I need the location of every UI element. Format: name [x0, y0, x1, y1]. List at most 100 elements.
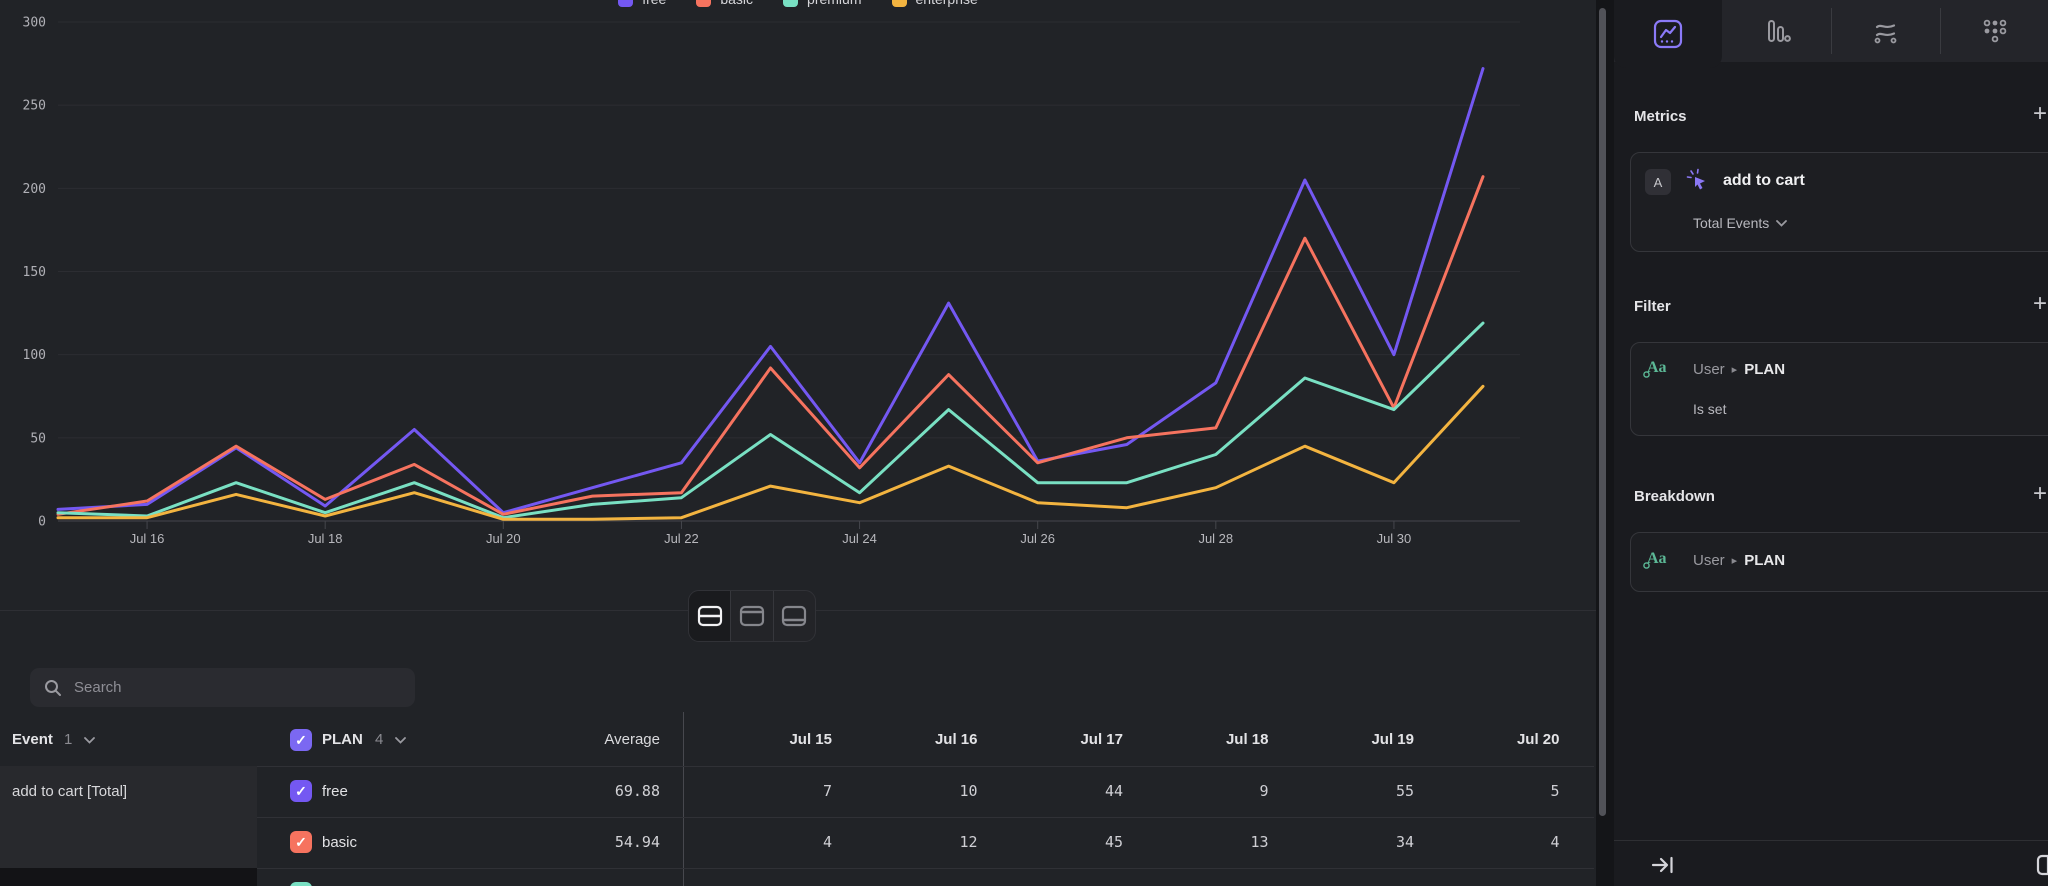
table-focus-icon [781, 605, 807, 627]
y-axis-tick-label: 300 [23, 16, 46, 31]
row-checkbox-free[interactable]: ✓ [290, 780, 312, 802]
row-plan-label: premium [322, 868, 380, 886]
analytics-dashboard: freebasicpremiumenterprise 0501001502002… [0, 0, 2048, 886]
y-axis-tick-label: 200 [23, 182, 46, 197]
row-cell-value: 55 [1274, 766, 1414, 817]
tab-more-chart-types[interactable] [1940, 0, 2048, 62]
metric-measure-dropdown[interactable]: Total Events [1693, 215, 1787, 231]
bar-chart-icon [1760, 14, 1794, 48]
row-cell-value: 3 [838, 868, 978, 886]
filter-card[interactable]: Aa User ▸ PLAN Is set [1630, 342, 2048, 436]
row-cell-value: 44 [983, 766, 1123, 817]
date-column-header: Jul 17 [983, 714, 1123, 765]
x-axis-tick-label: Jul 18 [308, 531, 343, 546]
dots-grid-icon [1977, 14, 2011, 48]
date-column-header: Jul 18 [1129, 714, 1269, 765]
add-filter-button[interactable]: + [2028, 290, 2048, 318]
layout-split-half-button[interactable] [689, 591, 731, 641]
event-cell[interactable]: add to cart [Total] [0, 766, 257, 868]
event-cell-label: add to cart [Total] [12, 766, 127, 817]
divider [1614, 840, 2048, 841]
search-input[interactable]: Search [30, 668, 415, 707]
row-cell-value: 4 [1420, 817, 1560, 868]
x-axis-tick-label: Jul 22 [664, 531, 699, 546]
event-column-header[interactable]: Event 1 [12, 714, 95, 765]
chevron-down-icon [395, 737, 406, 744]
stacked-waves-icon [1868, 14, 1902, 48]
x-axis-tick-label: Jul 16 [130, 531, 165, 546]
row-cell-value: 10 [838, 766, 978, 817]
date-column-header: Jul 15 [692, 714, 832, 765]
row-average-value: 69.88 [520, 766, 660, 817]
filter-section-title: Filter [1634, 298, 1671, 315]
date-column-header: Jul 20 [1420, 714, 1560, 765]
date-column-header: Jul 19 [1274, 714, 1414, 765]
row-plan-label: free [322, 766, 348, 817]
y-axis-tick-label: 100 [23, 348, 46, 363]
row-cell-value: 7 [692, 766, 832, 817]
row-plan-label: basic [322, 817, 357, 868]
chart-type-tabbar [1614, 0, 2048, 62]
chevron-down-icon [1776, 220, 1787, 227]
vertical-scrollbar[interactable] [1599, 8, 1606, 816]
breakdown-section-title: Breakdown [1634, 488, 1715, 505]
row-cell-value: 12 [838, 817, 978, 868]
metric-letter-badge: A [1645, 169, 1671, 195]
row-average-value: 54.94 [520, 817, 660, 868]
row-cell-value: 4 [692, 817, 832, 868]
config-sidebar: Metrics + A add to cart Total Events Fil [1614, 0, 2048, 886]
metric-event-name: add to cart [1723, 172, 1805, 190]
breakdown-property[interactable]: User ▸ PLAN [1693, 552, 1785, 569]
add-breakdown-button[interactable]: + [2028, 480, 2048, 508]
date-column-header: Jul 16 [838, 714, 978, 765]
tab-line-chart[interactable] [1614, 0, 1722, 68]
text-property-icon: Aa [1647, 359, 1667, 377]
row-cell-value: 5 [692, 868, 832, 886]
plan-header-checkbox[interactable]: ✓ [290, 729, 312, 751]
layout-table-focus-button[interactable] [774, 591, 815, 641]
text-property-icon: Aa [1647, 550, 1667, 568]
split-half-icon [697, 605, 723, 627]
line-chart-icon [1651, 17, 1685, 51]
y-axis-tick-label: 250 [23, 99, 46, 114]
row-average-value: 33.00 [520, 868, 660, 886]
event-cell-under [0, 868, 257, 886]
row-checkbox-premium[interactable]: ✓ [290, 882, 312, 886]
metric-card[interactable]: A add to cart Total Events [1630, 152, 2048, 252]
row-cell-value: 34 [1274, 817, 1414, 868]
series-line-free[interactable] [58, 69, 1483, 513]
filter-condition[interactable]: Is set [1693, 401, 1726, 417]
line-chart[interactable]: 0 50 100 150 200 250 300 Jul 16 Jul 18 Jul 20 Jul … [0, 0, 1596, 560]
series-line-premium[interactable] [58, 323, 1483, 518]
table-row-premium[interactable]: ✓premium33.0053235232 [257, 868, 1596, 886]
metrics-section-title: Metrics [1634, 108, 1687, 125]
breakdown-card[interactable]: Aa User ▸ PLAN [1630, 532, 2048, 592]
row-cell-value: 45 [983, 817, 1123, 868]
table-row-free[interactable]: ✓free69.88710449555 [257, 766, 1596, 817]
layout-toggle-group [688, 590, 816, 642]
y-axis-tick-label: 50 [30, 431, 46, 446]
add-metric-button[interactable]: + [2028, 100, 2048, 128]
row-cell-value: 13 [1129, 817, 1269, 868]
y-axis-tick-label: 150 [23, 265, 46, 280]
chart-focus-icon [739, 605, 765, 627]
x-axis-tick-label: Jul 20 [486, 531, 521, 546]
x-axis-tick-label: Jul 28 [1198, 531, 1233, 546]
tab-bar-chart[interactable] [1723, 0, 1831, 62]
row-cell-value: 23 [1274, 868, 1414, 886]
y-axis-tick-label: 0 [38, 515, 46, 530]
filter-property[interactable]: User ▸ PLAN [1693, 361, 1785, 378]
row-cell-value: 5 [1129, 868, 1269, 886]
panel-layout-icon[interactable] [2036, 852, 2048, 878]
row-checkbox-basic[interactable]: ✓ [290, 831, 312, 853]
layout-chart-focus-button[interactable] [731, 591, 773, 641]
panel-gutter [1596, 0, 1614, 886]
tab-stacked-waves[interactable] [1831, 0, 1939, 62]
plan-column-header[interactable]: PLAN 4 [322, 714, 406, 765]
collapse-panel-icon[interactable] [1650, 852, 1676, 878]
series-line-enterprise[interactable] [58, 386, 1483, 519]
x-axis-tick-label: Jul 24 [842, 531, 877, 546]
chevron-down-icon [84, 737, 95, 744]
search-icon [44, 679, 62, 697]
table-row-basic[interactable]: ✓basic54.944124513344 [257, 817, 1596, 868]
